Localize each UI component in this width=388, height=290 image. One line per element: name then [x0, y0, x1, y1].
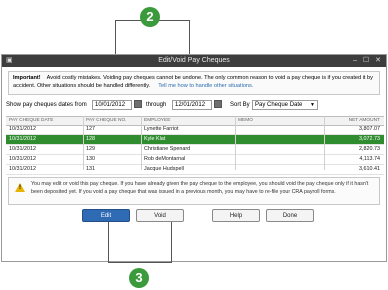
table-row-selected[interactable]: 10/31/2012 128 Kyle Klat 3,072.73 [6, 135, 384, 145]
row-number: 128 [86, 136, 95, 142]
row-amount: 2,820.73 [359, 146, 380, 152]
column-divider [324, 116, 325, 170]
row-date: 10/31/2012 [9, 136, 36, 142]
row-date: 10/31/2012 [9, 156, 36, 162]
window-titlebar: ▣ Edit/Void Pay Cheques – ☐ ✕ [2, 55, 386, 67]
row-amount: 4,113.74 [359, 156, 380, 162]
help-button[interactable]: Help [212, 209, 260, 222]
dates-from-label: Show pay cheques dates from [6, 102, 87, 108]
done-button[interactable]: Done [266, 209, 314, 222]
important-notice: Important! Avoid costly mistakes. Voiding… [8, 71, 380, 95]
void-warning-message: ! You may edit or void this pay cheque. … [8, 177, 380, 205]
window-controls-icon[interactable]: – ☐ ✕ [353, 55, 383, 67]
row-amount: 3,610.41 [359, 166, 380, 172]
col-header-memo[interactable]: MEMO [238, 117, 253, 125]
callout-3-line-left-vertical [108, 222, 109, 263]
row-date: 10/31/2012 [9, 166, 36, 172]
callout-3-line-right-vertical [171, 222, 172, 263]
from-calendar-icon[interactable] [134, 100, 142, 108]
row-employee: Lynette Farriot [144, 126, 179, 132]
chevron-down-icon: ▼ [310, 102, 315, 108]
from-date-field[interactable]: 10/01/2012 [92, 100, 132, 110]
row-amount: 3,807.07 [359, 126, 380, 132]
column-divider [235, 116, 236, 170]
col-header-number[interactable]: PAY CHEQUE NO. [86, 117, 127, 125]
column-divider [141, 116, 142, 170]
row-number: 127 [86, 126, 95, 132]
table-row[interactable]: 10/31/2012 129 Christiane Spenard 2,820.… [6, 145, 384, 155]
table-row[interactable]: 10/31/2012 131 Jacque Hudspell 3,610.41 [6, 165, 384, 175]
row-employee: Christiane Spenard [144, 146, 191, 152]
through-calendar-icon[interactable] [214, 100, 222, 108]
sort-by-label: Sort By [230, 102, 250, 108]
sort-by-select[interactable]: Pay Cheque Date ▼ [252, 100, 318, 110]
col-header-employee[interactable]: EMPLOYEE [144, 117, 170, 125]
row-number: 130 [86, 156, 95, 162]
other-situations-link[interactable]: Tell me how to handle other situations. [158, 83, 253, 89]
col-header-net-amount[interactable]: NET AMOUNT [349, 117, 380, 125]
button-bar: Edit Void Help Done [2, 209, 386, 225]
row-number: 129 [86, 146, 95, 152]
table-row[interactable]: 10/31/2012 130 Rob deMontarnal 4,113.74 [6, 155, 384, 165]
through-date-field[interactable]: 12/01/2012 [172, 100, 212, 110]
row-date: 10/31/2012 [9, 146, 36, 152]
row-number: 131 [86, 166, 95, 172]
table-row[interactable]: 10/31/2012 127 Lynette Farriot 3,807.07 [6, 125, 384, 135]
row-employee: Rob deMontarnal [144, 156, 186, 162]
row-date: 10/31/2012 [9, 126, 36, 132]
col-header-date[interactable]: PAY CHEQUE DATE [9, 117, 53, 125]
callout-2-badge: 2 [140, 7, 160, 27]
callout-3-line-horizontal [108, 262, 172, 263]
sort-by-value: Pay Cheque Date [255, 102, 303, 108]
callout-3-badge: 3 [129, 268, 149, 288]
column-divider [83, 116, 84, 170]
important-label: Important! [13, 75, 41, 81]
warning-icon: ! [15, 183, 25, 192]
window-title: Edit/Void Pay Cheques [158, 57, 230, 64]
through-label: through [146, 102, 167, 108]
warning-text: You may edit or void this pay cheque. If… [31, 181, 369, 195]
row-amount: 3,072.73 [359, 136, 380, 142]
date-filter-bar: Show pay cheques dates from 10/01/2012 t… [6, 99, 382, 111]
void-button[interactable]: Void [136, 209, 184, 222]
edit-void-paycheques-window: ▣ Edit/Void Pay Cheques – ☐ ✕ Important!… [1, 54, 387, 262]
row-employee: Jacque Hudspell [144, 166, 184, 172]
edit-button[interactable]: Edit [82, 209, 130, 222]
row-employee: Kyle Klat [144, 136, 166, 142]
